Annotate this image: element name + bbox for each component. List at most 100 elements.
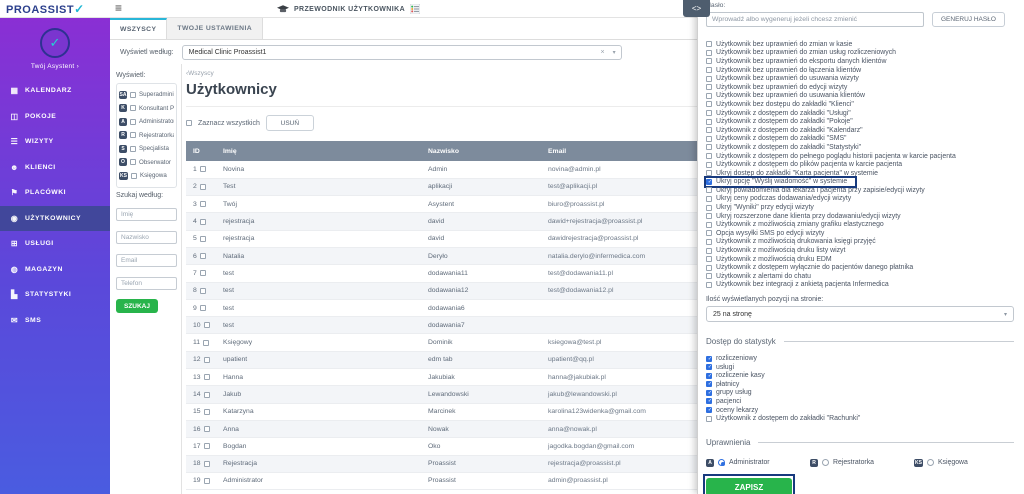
permission-option[interactable]: Ukryj powiadomienia dla lekarza i pacjen…: [706, 186, 1014, 195]
role-checkbox[interactable]: [130, 119, 136, 125]
option-checkbox[interactable]: [706, 265, 712, 271]
chevron-down-icon[interactable]: ▾: [613, 49, 616, 56]
row-checkbox[interactable]: [200, 201, 206, 207]
sidebar-item-wizyty[interactable]: ☰WIZYTY: [0, 129, 110, 155]
option-checkbox[interactable]: [706, 76, 712, 82]
row-checkbox[interactable]: [204, 478, 210, 484]
option-checkbox[interactable]: [706, 230, 712, 236]
sidebar-item-magazyn[interactable]: ◍MAGAZYN: [0, 257, 110, 283]
stats-checkbox[interactable]: [706, 381, 712, 387]
role-filter-obserwator[interactable]: OObserwator: [119, 156, 174, 170]
option-checkbox[interactable]: [706, 144, 712, 150]
permission-option[interactable]: Użytkownik z dostępem do zakładki "Pokoj…: [706, 117, 1014, 126]
option-checkbox[interactable]: [706, 119, 712, 125]
role-filter-księgowa[interactable]: KSKsięgowa: [119, 169, 174, 183]
row-checkbox[interactable]: [204, 409, 210, 415]
permission-option[interactable]: Użytkownik bez uprawnień do zmian usług …: [706, 49, 1014, 58]
option-checkbox[interactable]: [706, 170, 712, 176]
permission-option[interactable]: Użytkownik bez dostępu do zakładki "Klie…: [706, 100, 1014, 109]
role-radio-button[interactable]: [822, 459, 829, 466]
stats-checkbox[interactable]: [706, 390, 712, 396]
row-checkbox[interactable]: [204, 392, 210, 398]
option-checkbox[interactable]: [706, 213, 712, 219]
sidebar-item-użytkownicy[interactable]: ◉UŻYTKOWNICY: [0, 206, 110, 232]
permission-option[interactable]: Opcja wysyłki SMS po edycji wizyty: [706, 229, 1014, 238]
option-checkbox[interactable]: [706, 153, 712, 159]
option-checkbox[interactable]: [706, 179, 712, 185]
option-checkbox[interactable]: [706, 248, 712, 254]
stats-checkbox[interactable]: [706, 398, 712, 404]
role-checkbox[interactable]: [130, 146, 136, 152]
search-field-email[interactable]: [116, 254, 177, 267]
user-guide-link[interactable]: PRZEWODNIK UŻYTKOWNIKA: [0, 0, 697, 18]
delete-button[interactable]: USUŃ: [266, 115, 314, 131]
permission-option[interactable]: Użytkownik z możliwością drukowania księ…: [706, 238, 1014, 247]
stats-option[interactable]: grupy usług: [706, 389, 1014, 398]
sidebar-item-statystyki[interactable]: ▙STATYSTYKI: [0, 282, 110, 308]
permission-option[interactable]: Użytkownik bez uprawnień do łączenia kli…: [706, 66, 1014, 75]
stats-option[interactable]: oceny lekarzy: [706, 406, 1014, 415]
option-checkbox[interactable]: [706, 110, 712, 116]
permission-option[interactable]: Użytkownik bez uprawnień do usuwania wiz…: [706, 74, 1014, 83]
permission-option[interactable]: Użytkownik z dostępem do pełnego poglądu…: [706, 152, 1014, 161]
permission-option[interactable]: Użytkownik bez uprawnień do eksportu dan…: [706, 57, 1014, 66]
stats-checkbox[interactable]: [706, 407, 712, 413]
role-radio-rejestratorka[interactable]: RRejestratorka: [810, 459, 910, 467]
row-checkbox[interactable]: [200, 219, 206, 225]
option-checkbox[interactable]: [706, 273, 712, 279]
role-filter-administrator[interactable]: AAdministrator: [119, 115, 174, 129]
option-checkbox[interactable]: [706, 41, 712, 47]
option-checkbox[interactable]: [706, 162, 712, 168]
row-checkbox[interactable]: [200, 236, 206, 242]
stats-checkbox[interactable]: [706, 416, 712, 422]
save-button[interactable]: ZAPISZ: [706, 478, 792, 494]
permission-option[interactable]: Ukryj ceny podczas dodawania/edycji wizy…: [706, 195, 1014, 204]
permission-option[interactable]: Użytkownik bez integracji z ankietą pacj…: [706, 281, 1014, 290]
stats-option[interactable]: rozliczeniowy: [706, 354, 1014, 363]
select-all-checkbox[interactable]: [186, 120, 192, 126]
assistant-label[interactable]: Twój Asystent ›: [31, 63, 79, 70]
option-checkbox[interactable]: [706, 58, 712, 64]
permission-option[interactable]: Użytkownik bez uprawnień do edycji wizyt…: [706, 83, 1014, 92]
role-radio-button[interactable]: [927, 459, 934, 466]
permission-option[interactable]: Użytkownik z dostępem do plików pacjenta…: [706, 160, 1014, 169]
search-button[interactable]: SZUKAJ: [116, 299, 158, 313]
stats-checkbox[interactable]: [706, 364, 712, 370]
stats-option[interactable]: pacjenci: [706, 397, 1014, 406]
option-checkbox[interactable]: [706, 239, 712, 245]
row-checkbox[interactable]: [204, 426, 210, 432]
option-checkbox[interactable]: [706, 127, 712, 133]
row-checkbox[interactable]: [200, 166, 206, 172]
row-checkbox[interactable]: [200, 270, 206, 276]
search-field-imię[interactable]: [116, 208, 177, 221]
permission-option[interactable]: Użytkownik bez uprawnień do usuwania kli…: [706, 92, 1014, 101]
role-checkbox[interactable]: [130, 132, 136, 138]
breadcrumb[interactable]: ‹Wszyscy: [186, 70, 697, 77]
option-checkbox[interactable]: [706, 256, 712, 262]
permission-option[interactable]: Ukryj dostęp do zakładki "Karta pacjenta…: [706, 169, 1014, 178]
role-filter-rejestratorka[interactable]: RRejestratorka: [119, 129, 174, 143]
option-checkbox[interactable]: [706, 136, 712, 142]
avatar[interactable]: ✓: [40, 28, 70, 58]
row-checkbox[interactable]: [200, 253, 206, 259]
option-checkbox[interactable]: [706, 101, 712, 107]
permission-option[interactable]: Ukryj opcję "Wyślij wiadomość" w systemi…: [706, 178, 855, 187]
stats-checkbox[interactable]: [706, 373, 712, 379]
option-checkbox[interactable]: [706, 187, 712, 193]
role-filter-specjalista[interactable]: SSpecjalista: [119, 142, 174, 156]
password-input[interactable]: [706, 12, 924, 27]
option-checkbox[interactable]: [706, 67, 712, 73]
generate-password-button[interactable]: GENERUJ HASŁO: [932, 12, 1005, 27]
row-checkbox[interactable]: [200, 184, 206, 190]
permission-option[interactable]: Użytkownik z dostępem do zakładki "Kalen…: [706, 126, 1014, 135]
row-checkbox[interactable]: [204, 322, 210, 328]
sidebar-item-pokoje[interactable]: ◫POKOJE: [0, 104, 110, 130]
role-checkbox[interactable]: [130, 159, 136, 165]
clear-icon[interactable]: ×: [601, 49, 605, 56]
role-filter-konsultant-proassist[interactable]: KKonsultant Proassist: [119, 102, 174, 116]
row-checkbox[interactable]: [204, 443, 210, 449]
role-radio-księgowa[interactable]: KSKsięgowa: [914, 459, 1014, 467]
role-radio-button[interactable]: [718, 459, 725, 466]
option-checkbox[interactable]: [706, 50, 712, 56]
permission-option[interactable]: Ukryj rozszerzone dane klienta przy doda…: [706, 212, 1014, 221]
